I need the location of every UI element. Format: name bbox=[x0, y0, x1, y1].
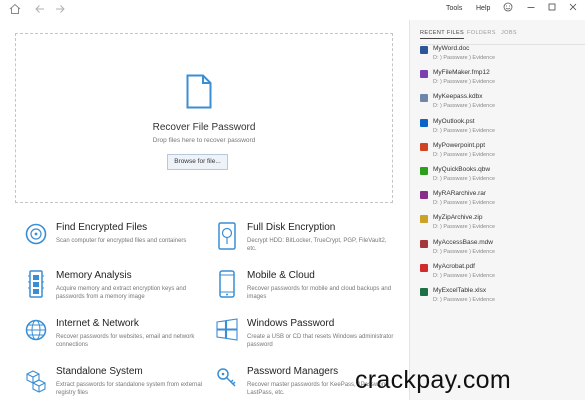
recent-file-name: MyQuickBooks.qbw bbox=[433, 166, 491, 173]
tab-recent-files[interactable]: RECENT FILES bbox=[420, 30, 465, 39]
feature-description: Create a USB or CD that resets Windows a… bbox=[247, 334, 394, 348]
feature-windows-password[interactable]: Windows Password Create a USB or CD that… bbox=[216, 318, 396, 358]
feature-description: Decrypt HDD: BitLocker, TrueCrypt, PGP, … bbox=[247, 238, 387, 252]
file-type-icon bbox=[420, 46, 428, 54]
recent-file-path: D: ) Passware ) Evidence bbox=[433, 248, 496, 255]
feature-title: Find Encrypted Files bbox=[56, 222, 148, 233]
disk-icon bbox=[216, 222, 238, 252]
recent-file-item[interactable]: MyExcelTable.xlsx D: ) Passware ) Evidenc… bbox=[420, 287, 580, 308]
minimize-icon[interactable] bbox=[524, 2, 538, 16]
recent-file-path: D: ) Passware ) Evidence bbox=[433, 297, 496, 303]
recent-file-item[interactable]: MyZipArchive.zip D: ) Passware ) Evidence bbox=[420, 214, 580, 235]
feature-title: Mobile & Cloud bbox=[247, 270, 315, 281]
recent-file-name: MyPowerpoint.ppt bbox=[433, 141, 486, 149]
recent-file-item[interactable]: MyQuickBooks.qbw D: ) Passware ) Evidence bbox=[420, 166, 580, 187]
file-type-icon bbox=[420, 118, 428, 127]
feature-mobile-cloud[interactable]: Mobile & Cloud Recover passwords for mob… bbox=[216, 270, 396, 310]
tab-jobs[interactable]: JOBS bbox=[501, 30, 517, 36]
feature-description: Recover passwords for websites, email an… bbox=[56, 334, 195, 348]
feature-find-encrypted-files[interactable]: Find Encrypted Files Scan computer for e… bbox=[25, 222, 205, 262]
recent-file-item[interactable]: MyAccessBase.mdw D: ) Passware ) Evidence bbox=[420, 238, 580, 260]
feature-title: Password Managers bbox=[247, 366, 339, 377]
drop-title: Recover File Password bbox=[152, 122, 256, 133]
recent-file-path: D: ) Passware ) Evidence bbox=[433, 127, 496, 134]
document-icon bbox=[186, 74, 212, 109]
file-drop-zone[interactable]: Recover File Password Drop files here to… bbox=[15, 33, 393, 203]
browse-button[interactable]: Browse for file... bbox=[167, 154, 228, 170]
recent-file-name: MyOutlook.pst bbox=[433, 117, 475, 125]
mobile-icon bbox=[216, 270, 238, 300]
recent-file-path: D: ) Passware ) Evidence bbox=[433, 55, 496, 61]
recent-file-name: MyExcelTable.xlsx bbox=[433, 287, 487, 294]
recent-file-item[interactable]: MyRARarchive.rar D: ) Passware ) Evidence bbox=[420, 190, 580, 211]
recent-file-item[interactable]: MyWord.doc D: ) Passware ) Evidence bbox=[420, 45, 580, 66]
feature-title: Full Disk Encryption bbox=[247, 222, 336, 233]
file-type-icon bbox=[420, 239, 428, 248]
maximize-icon[interactable] bbox=[545, 2, 559, 16]
windows-icon bbox=[216, 318, 238, 348]
file-type-icon bbox=[420, 288, 428, 296]
feature-title: Standalone System bbox=[56, 366, 143, 377]
recent-file-name: MyZipArchive.zip bbox=[433, 214, 483, 222]
recent-file-name: MyRARarchive.rar bbox=[433, 190, 487, 198]
recent-panel: RECENT FILES FOLDERS JOBS MyWord.doc D: )… bbox=[409, 20, 585, 400]
feature-internet-network[interactable]: Internet & Network Recover passwords for… bbox=[25, 318, 205, 358]
feature-description: Extract passwords for standalone system … bbox=[56, 382, 203, 396]
file-type-icon bbox=[420, 142, 428, 151]
close-icon[interactable] bbox=[566, 2, 580, 16]
recent-file-path: D: ) Passware ) Evidence bbox=[433, 224, 496, 231]
recent-file-path: D: ) Passware ) Evidence bbox=[433, 103, 496, 110]
recent-file-path: D: ) Passware ) Evidence bbox=[433, 176, 496, 182]
recent-file-name: MyFileMaker.fmp12 bbox=[433, 69, 490, 77]
recent-file-name: MyAcrobat.pdf bbox=[433, 262, 475, 270]
recent-file-name: MyAccessBase.mdw bbox=[433, 238, 493, 246]
file-type-icon bbox=[420, 191, 428, 200]
arrow-left-icon[interactable] bbox=[33, 3, 47, 17]
recent-file-path: D: ) Passware ) Evidence bbox=[433, 272, 496, 279]
watermark-text: crackpay.com bbox=[355, 366, 511, 394]
recent-file-item[interactable]: MyPowerpoint.ppt D: ) Passware ) Evidence bbox=[420, 141, 580, 163]
feature-description: Scan computer for encrypted files and co… bbox=[56, 238, 187, 244]
feature-title: Memory Analysis bbox=[56, 270, 132, 281]
arrow-right-icon[interactable] bbox=[53, 3, 67, 17]
disc-scan-icon bbox=[25, 222, 47, 252]
menu-help[interactable]: Help bbox=[476, 5, 490, 12]
tab-folders[interactable]: FOLDERS bbox=[467, 30, 496, 36]
menu-tools[interactable]: Tools bbox=[446, 5, 462, 12]
globe-icon bbox=[25, 318, 47, 348]
feature-full-disk-encryption[interactable]: Full Disk Encryption Decrypt HDD: BitLoc… bbox=[216, 222, 396, 262]
cubes-icon bbox=[25, 366, 47, 396]
recent-file-path: D: ) Passware ) Evidence bbox=[433, 79, 496, 86]
file-type-icon bbox=[420, 70, 428, 79]
drop-subtitle: Drop files here to recover password bbox=[152, 137, 256, 144]
recent-file-item[interactable]: MyFileMaker.fmp12 D: ) Passware ) Evidenc… bbox=[420, 69, 580, 90]
title-bar: Tools Help bbox=[0, 0, 585, 20]
file-type-icon bbox=[420, 263, 428, 272]
memory-icon bbox=[25, 270, 47, 300]
key-icon bbox=[216, 366, 238, 396]
recent-file-path: D: ) Passware ) Evidence bbox=[433, 151, 496, 158]
recent-file-path: D: ) Passware ) Evidence bbox=[433, 200, 496, 207]
feature-description: Recover passwords for mobile and cloud b… bbox=[247, 286, 392, 300]
recent-file-item[interactable]: MyAcrobat.pdf D: ) Passware ) Evidence bbox=[420, 262, 580, 284]
smiley-icon[interactable] bbox=[501, 2, 515, 16]
file-type-icon bbox=[420, 94, 428, 103]
feature-title: Windows Password bbox=[247, 318, 335, 329]
home-icon[interactable] bbox=[8, 3, 22, 17]
feature-memory-analysis[interactable]: Memory Analysis Acquire memory and extra… bbox=[25, 270, 205, 310]
feature-description: Acquire memory and extract encryption ke… bbox=[56, 286, 187, 300]
recent-file-name: MyKeepass.kdbx bbox=[433, 93, 483, 101]
recent-file-item[interactable]: MyOutlook.pst D: ) Passware ) Evidence bbox=[420, 117, 580, 139]
file-type-icon bbox=[420, 167, 428, 175]
file-type-icon bbox=[420, 215, 428, 224]
recent-file-item[interactable]: MyKeepass.kdbx D: ) Passware ) Evidence bbox=[420, 93, 580, 114]
feature-standalone-system[interactable]: Standalone System Extract passwords for … bbox=[25, 366, 205, 400]
recent-file-name: MyWord.doc bbox=[433, 45, 470, 52]
feature-title: Internet & Network bbox=[56, 318, 139, 329]
